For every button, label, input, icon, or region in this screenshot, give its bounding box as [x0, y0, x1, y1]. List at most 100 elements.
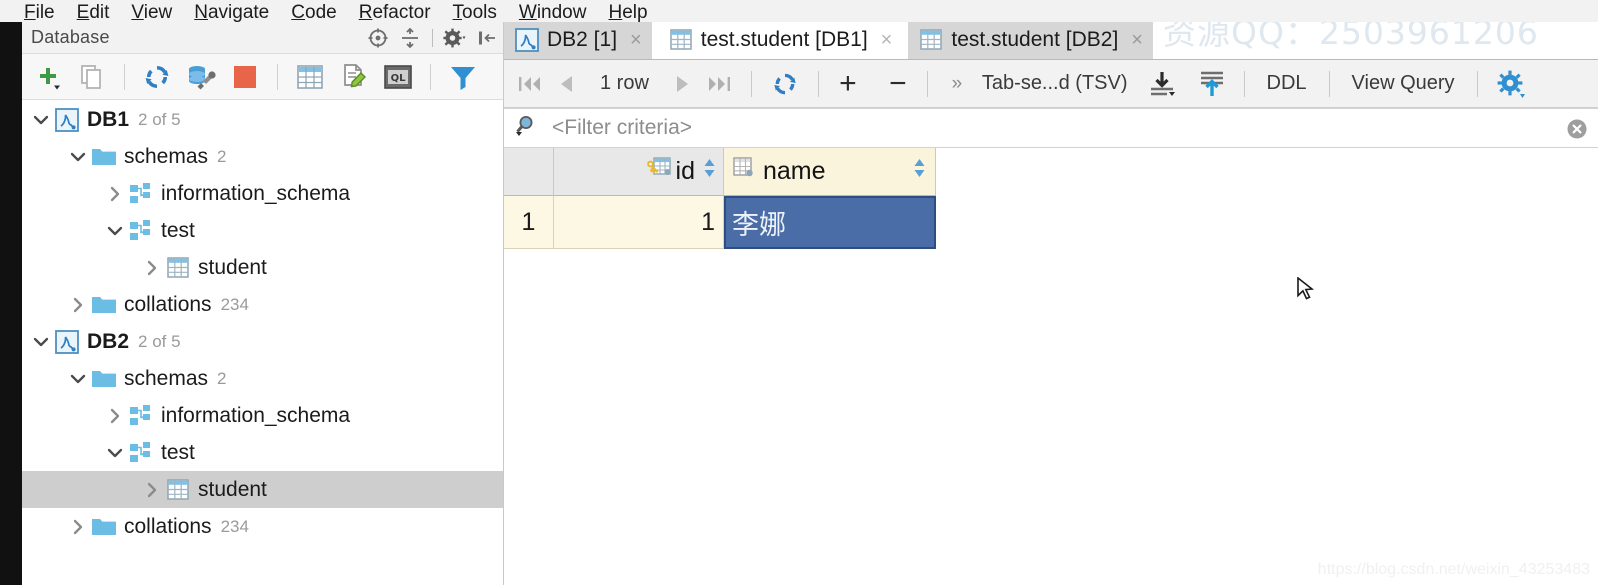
close-icon[interactable]: × — [1131, 29, 1143, 52]
schema-icon — [128, 441, 154, 464]
tree-node-label: information_schema — [161, 403, 351, 427]
editor-tab-label: DB2 [1] — [547, 28, 618, 51]
data-source-properties-icon[interactable] — [181, 58, 221, 96]
menu-item-file[interactable]: File — [24, 3, 55, 22]
editor-tab-label: test.student [DB2] — [951, 28, 1119, 51]
chevron-right-icon[interactable] — [139, 471, 165, 508]
close-icon[interactable]: × — [881, 29, 893, 52]
tree-node-student[interactable]: student — [22, 471, 503, 508]
mysql-datasource-icon — [514, 27, 540, 53]
tree-node-test[interactable]: test — [22, 434, 503, 471]
settings-gear-icon[interactable] — [443, 26, 467, 50]
column-header-name[interactable]: name — [724, 148, 936, 196]
table-icon — [668, 28, 694, 52]
column-header-id[interactable]: id — [554, 148, 724, 196]
chevron-down-icon[interactable] — [28, 101, 54, 138]
editor-tab-test-student-db2-[interactable]: test.student [DB2] × — [908, 21, 1153, 59]
table-editor-icon[interactable] — [290, 58, 330, 96]
grid-corner-cell[interactable] — [504, 148, 554, 196]
collapse-all-icon[interactable] — [398, 26, 422, 50]
synchronize-icon[interactable] — [137, 58, 177, 96]
prev-page-icon[interactable] — [550, 64, 584, 104]
tree-node-label: student — [198, 255, 267, 279]
close-icon[interactable]: × — [630, 29, 642, 52]
menu-item-view[interactable]: View — [131, 3, 172, 22]
tree-node-collations[interactable]: collations 234 — [22, 286, 503, 323]
stop-icon[interactable] — [225, 58, 265, 96]
import-data-icon[interactable] — [1192, 64, 1232, 104]
menu-item-navigate[interactable]: Navigate — [194, 3, 269, 22]
cell-name[interactable]: 李娜 — [724, 196, 936, 249]
settings-gear-icon[interactable] — [1490, 64, 1532, 104]
chevron-right-icon[interactable] — [139, 249, 165, 286]
sort-indicator-icon[interactable] — [912, 156, 927, 187]
modify-table-icon[interactable] — [334, 58, 374, 96]
toolbar-overflow-button[interactable]: » — [940, 64, 974, 104]
last-page-icon[interactable] — [701, 64, 739, 104]
duplicate-icon[interactable] — [72, 58, 112, 96]
reload-icon[interactable] — [764, 64, 806, 104]
menu-item-help[interactable]: Help — [608, 3, 647, 22]
editor-tab-db2-1-[interactable]: DB2 [1] × — [504, 21, 652, 59]
locate-icon[interactable] — [366, 26, 390, 50]
result-grid: id name 1 1 李娜 — [504, 148, 1598, 249]
clear-filter-icon[interactable] — [1566, 118, 1588, 145]
tree-node-label: test — [161, 218, 195, 242]
delete-row-button[interactable]: − — [881, 64, 915, 104]
next-page-icon[interactable] — [665, 64, 699, 104]
tree-node-student[interactable]: student — [22, 249, 503, 286]
tree-node-count: 2 — [217, 368, 227, 388]
add-row-button[interactable]: + — [831, 64, 865, 104]
menu-item-refactor[interactable]: Refactor — [359, 3, 431, 22]
chevron-right-icon[interactable] — [102, 397, 128, 434]
menu-item-code[interactable]: Code — [291, 3, 336, 22]
table-icon — [918, 28, 944, 52]
tree-node-information-schema[interactable]: information_schema — [22, 397, 503, 434]
menu-item-edit[interactable]: Edit — [77, 3, 110, 22]
menu-item-tools[interactable]: Tools — [453, 3, 497, 22]
schema-icon — [128, 404, 154, 427]
tree-node-information-schema[interactable]: information_schema — [22, 175, 503, 212]
tree-node-test[interactable]: test — [22, 212, 503, 249]
chevron-down-icon[interactable] — [102, 212, 128, 249]
chevron-down-icon[interactable] — [65, 360, 91, 397]
idea-database-window: File Edit View Navigate Code Refactor Tools Win… — [0, 0, 1598, 585]
chevron-down-icon[interactable] — [65, 138, 91, 175]
table-icon — [165, 478, 191, 501]
row-number-cell[interactable]: 1 — [504, 196, 554, 249]
tree-node-schemas[interactable]: schemas 2 — [22, 360, 503, 397]
sort-indicator-icon[interactable] — [702, 156, 717, 187]
mysql-datasource-icon — [54, 329, 80, 354]
toolbar-divider — [124, 63, 125, 90]
view-query-button[interactable]: View Query — [1342, 72, 1465, 95]
ddl-button[interactable]: DDL — [1257, 72, 1317, 95]
tree-node-label: schemas — [124, 366, 209, 390]
filter-criteria-bar[interactable]: <Filter criteria> — [504, 108, 1598, 148]
chevron-right-icon[interactable] — [102, 175, 128, 212]
filter-icon[interactable] — [443, 58, 483, 96]
cell-id[interactable]: 1 — [554, 196, 724, 249]
tree-node-collations[interactable]: collations 234 — [22, 508, 503, 545]
tree-node-db1[interactable]: DB1 2 of 5 — [22, 101, 503, 138]
editor-area: DB2 [1] × test.student [DB1] × test.student … — [504, 21, 1598, 585]
hide-panel-icon[interactable] — [475, 26, 499, 50]
tree-node-label: DB1 — [87, 107, 130, 131]
toolbar-divider — [432, 29, 433, 47]
export-data-icon[interactable] — [1142, 64, 1182, 104]
chevron-right-icon[interactable] — [65, 508, 91, 545]
chevron-down-icon[interactable] — [102, 434, 128, 471]
tree-node-db2[interactable]: DB2 2 of 5 — [22, 323, 503, 360]
filter-search-icon[interactable] — [514, 113, 540, 144]
chevron-right-icon[interactable] — [65, 286, 91, 323]
folder-icon — [91, 146, 117, 168]
chevron-down-icon[interactable] — [28, 323, 54, 360]
svg-text:QL: QL — [391, 73, 407, 84]
tree-node-schemas[interactable]: schemas 2 — [22, 138, 503, 175]
filter-criteria-input[interactable]: <Filter criteria> — [552, 116, 692, 140]
add-plus-icon[interactable] — [28, 58, 68, 96]
sql-console-icon[interactable]: QL — [378, 58, 418, 96]
menu-item-window[interactable]: Window — [519, 3, 587, 22]
editor-tab-test-student-db1-[interactable]: test.student [DB1] × — [657, 21, 903, 59]
data-format-label[interactable]: Tab-se...d (TSV) — [982, 72, 1128, 95]
first-page-icon[interactable] — [510, 64, 548, 104]
